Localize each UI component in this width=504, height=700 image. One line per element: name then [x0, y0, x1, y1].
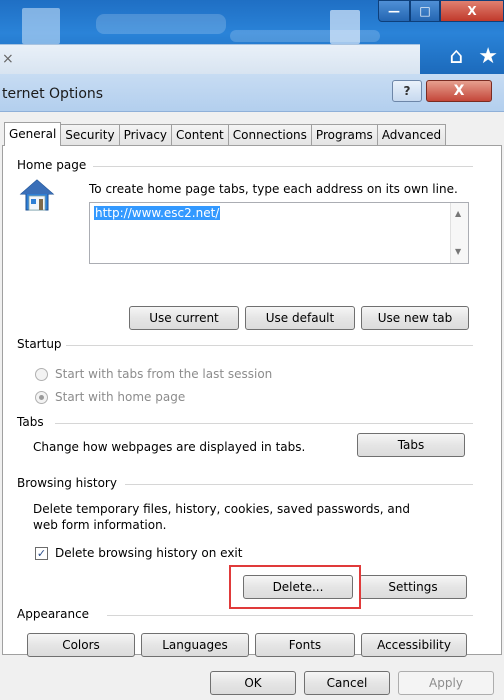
- group-divider: [107, 615, 473, 616]
- home-icon: [19, 179, 55, 211]
- use-new-tab-button[interactable]: Use new tab: [361, 306, 469, 330]
- scroll-up-icon[interactable]: ▲: [455, 209, 461, 218]
- radio-last-session[interactable]: [35, 368, 48, 381]
- startup-group-label: Startup: [17, 337, 66, 351]
- minimize-button[interactable]: —: [378, 0, 410, 22]
- help-button[interactable]: ?: [392, 80, 422, 102]
- radio-home-page-label: Start with home page: [55, 390, 186, 404]
- tab-bar: General Security Privacy Content Connect…: [4, 122, 447, 146]
- background-document-icon: [22, 8, 60, 44]
- url-scrollbar[interactable]: ▲ ▼: [450, 203, 468, 263]
- tab-connections[interactable]: Connections: [227, 124, 312, 146]
- dialog-title: ternet Options: [2, 86, 104, 102]
- home-page-group-label: Home page: [17, 158, 91, 172]
- tab-close-icon[interactable]: ×: [2, 51, 14, 67]
- delete-on-exit-checkbox[interactable]: ✓: [35, 547, 48, 560]
- ok-button[interactable]: OK: [210, 671, 296, 695]
- general-tab-panel: Home page To create home page tabs, type…: [2, 145, 502, 657]
- home-page-instruction: To create home page tabs, type each addr…: [89, 182, 458, 196]
- use-default-button[interactable]: Use default: [245, 306, 355, 330]
- browsing-history-description-line2: web form information.: [33, 518, 167, 532]
- browser-toolbar-icons[interactable]: ⌂ ★ ⚙: [420, 40, 504, 74]
- group-divider: [55, 423, 473, 424]
- cancel-button[interactable]: Cancel: [304, 671, 390, 695]
- languages-button[interactable]: Languages: [141, 633, 249, 657]
- radio-home-page[interactable]: [35, 391, 48, 404]
- delete-on-exit-label: Delete browsing history on exit: [55, 546, 243, 560]
- tab-programs[interactable]: Programs: [310, 124, 378, 146]
- browser-tab-strip: ×: [0, 44, 420, 74]
- tab-content[interactable]: Content: [171, 124, 229, 146]
- home-page-url-textarea[interactable]: http://www.esc2.net/ ▲ ▼: [89, 202, 469, 264]
- group-divider: [65, 345, 473, 346]
- fonts-button[interactable]: Fonts: [255, 633, 355, 657]
- tabs-group-label: Tabs: [17, 415, 48, 429]
- radio-last-session-label: Start with tabs from the last session: [55, 367, 273, 381]
- background-blur: [230, 30, 380, 42]
- use-current-button[interactable]: Use current: [129, 306, 239, 330]
- dialog-close-button[interactable]: X: [426, 80, 492, 102]
- group-divider: [93, 166, 473, 167]
- scroll-down-icon[interactable]: ▼: [455, 247, 461, 256]
- browsing-history-description-line1: Delete temporary files, history, cookies…: [33, 502, 410, 516]
- appearance-group-label: Appearance: [17, 607, 94, 621]
- browsing-history-group-label: Browsing history: [17, 476, 121, 490]
- dialog-body: General Security Privacy Content Connect…: [0, 112, 504, 700]
- background-blur: [96, 14, 226, 34]
- group-divider: [125, 484, 473, 485]
- tab-advanced[interactable]: Advanced: [376, 124, 447, 146]
- accessibility-button[interactable]: Accessibility: [361, 633, 467, 657]
- tab-security[interactable]: Security: [60, 124, 120, 146]
- highlight-box: [229, 565, 361, 609]
- colors-button[interactable]: Colors: [27, 633, 135, 657]
- tabs-description: Change how webpages are displayed in tab…: [33, 440, 306, 454]
- dialog-title-bar: ternet Options ? X: [0, 74, 504, 112]
- tabs-settings-button[interactable]: Tabs: [357, 433, 465, 457]
- window-close-button[interactable]: X: [440, 0, 504, 22]
- home-page-url: http://www.esc2.net/: [94, 206, 221, 220]
- maximize-button[interactable]: □: [410, 0, 440, 22]
- browser-window-frame: — □ X × ⌂ ★ ⚙: [0, 0, 504, 74]
- tab-general[interactable]: General: [4, 122, 62, 146]
- apply-button[interactable]: Apply: [398, 671, 494, 695]
- history-settings-button[interactable]: Settings: [359, 575, 467, 599]
- tab-privacy[interactable]: Privacy: [118, 124, 173, 146]
